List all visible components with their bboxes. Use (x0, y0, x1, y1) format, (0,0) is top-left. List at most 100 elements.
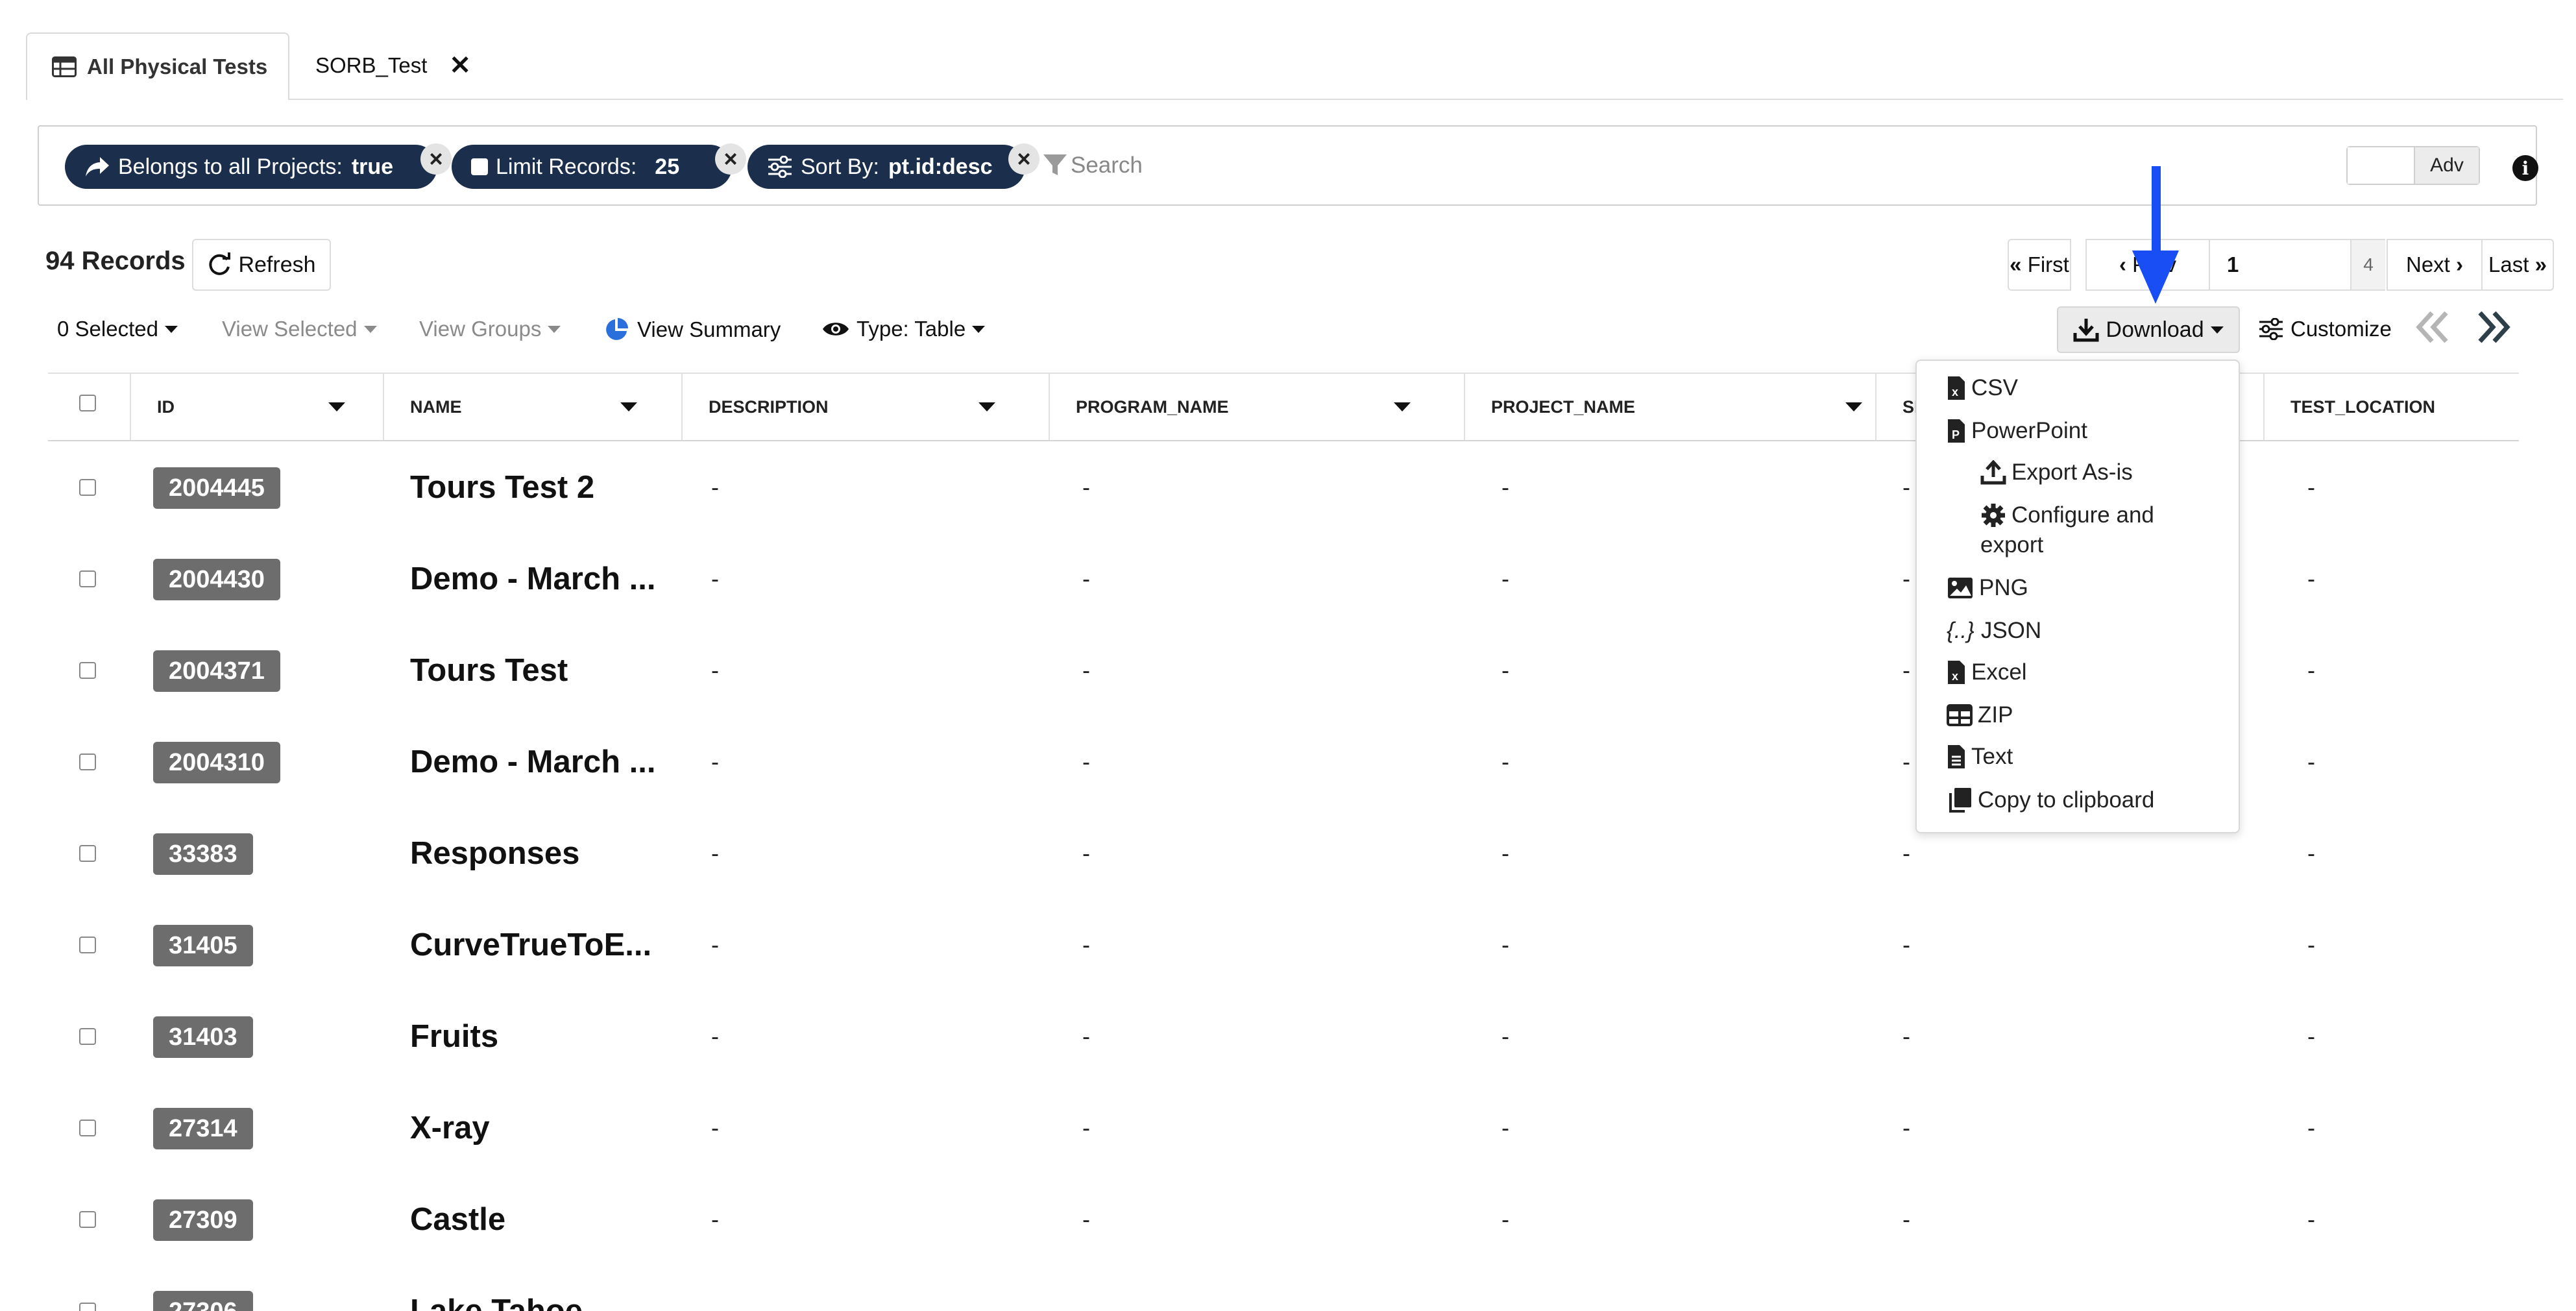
row-name[interactable]: Responses (410, 807, 579, 899)
tab-all-physical-tests[interactable]: All Physical Tests (26, 32, 289, 100)
row-name[interactable]: Tours Test 2 (410, 441, 594, 533)
id-badge[interactable]: 27309 (153, 1199, 253, 1241)
adv-switch[interactable] (2348, 147, 2415, 184)
menu-item-csv[interactable]: x CSV (1947, 375, 2018, 401)
row-checkbox[interactable] (79, 1120, 96, 1136)
caret-down-icon (972, 325, 986, 333)
page-input[interactable]: 1 (2209, 239, 2351, 291)
row-checkbox[interactable] (79, 570, 96, 587)
column-header-test-location[interactable]: TEST_LOCATION (2263, 374, 2519, 440)
tab-sorb-test[interactable]: SORB_Test ✕ (315, 32, 471, 99)
view-selected-dropdown[interactable]: View Selected (222, 317, 377, 341)
id-badge[interactable]: 2004445 (153, 467, 280, 509)
scroll-left-icon[interactable] (2414, 309, 2453, 345)
column-header-program-name[interactable]: PROGRAM_NAME (1049, 374, 1465, 440)
row-name[interactable]: Lake Tahoe (410, 1265, 583, 1311)
chevron-left-icon: ‹ (2119, 252, 2126, 276)
sort-caret-icon[interactable] (978, 402, 995, 411)
id-badge[interactable]: 33383 (153, 833, 253, 875)
caret-down-icon (164, 325, 178, 333)
download-button[interactable]: Download (2057, 306, 2240, 353)
view-groups-label: View Groups (419, 317, 542, 341)
adv-toggle[interactable]: Adv (2346, 146, 2480, 185)
menu-item-configure-export[interactable]: Configure and export (1980, 502, 2154, 558)
filter-pill-limit[interactable]: Limit Records: 25 × (452, 143, 746, 189)
row-checkbox[interactable] (79, 1303, 96, 1311)
sort-caret-icon[interactable] (1845, 402, 1862, 411)
id-badge[interactable]: 31405 (153, 925, 253, 966)
table-icon (52, 56, 77, 77)
selected-dropdown[interactable]: 0 Selected (57, 317, 178, 341)
id-badge[interactable]: 2004371 (153, 650, 280, 692)
row-name[interactable]: CurveTrueToE... (410, 899, 651, 990)
menu-item-powerpoint[interactable]: P PowerPoint (1947, 418, 2087, 444)
view-summary-button[interactable]: View Summary (603, 317, 781, 343)
cell-description: - (711, 656, 719, 683)
table-row[interactable]: 27309 Castle - - - - - (48, 1173, 2519, 1265)
refresh-button[interactable]: Refresh (192, 239, 331, 291)
chevron-right-icon: › (2456, 252, 2464, 276)
table-row[interactable]: 31403 Fruits - - - - - (48, 990, 2519, 1082)
next-page-button[interactable]: Next › (2387, 239, 2483, 291)
select-all-checkbox[interactable] (79, 395, 96, 411)
search-field[interactable]: Search (1042, 141, 1143, 190)
menu-item-zip[interactable]: ZIP (1947, 702, 2013, 728)
customize-button[interactable]: Customize (2258, 317, 2392, 341)
id-badge[interactable]: 31403 (153, 1016, 253, 1058)
menu-label: Configure and (2011, 502, 2154, 528)
cell-project: - (1501, 1205, 1509, 1232)
remove-filter-button[interactable]: × (1008, 143, 1039, 175)
row-checkbox[interactable] (79, 1028, 96, 1045)
sort-caret-icon[interactable] (328, 402, 345, 411)
row-checkbox[interactable] (79, 845, 96, 862)
menu-item-json[interactable]: {..} JSON (1947, 618, 2041, 644)
sort-caret-icon[interactable] (1394, 402, 1411, 411)
remove-filter-button[interactable]: × (420, 143, 452, 175)
search-placeholder: Search (1071, 153, 1143, 178)
close-icon[interactable]: ✕ (449, 51, 471, 80)
last-page-button[interactable]: Last » (2481, 239, 2554, 291)
filter-pill-sort[interactable]: Sort By: pt.id:desc × (747, 143, 1039, 189)
filter-pill-projects[interactable]: Belongs to all Projects: true × (65, 143, 452, 189)
scroll-right-icon[interactable] (2473, 309, 2512, 345)
row-name[interactable]: Castle (410, 1173, 505, 1265)
menu-item-excel[interactable]: x Excel (1947, 659, 2027, 685)
column-header-name[interactable]: NAME (383, 374, 683, 440)
id-badge[interactable]: 27314 (153, 1108, 253, 1149)
row-checkbox[interactable] (79, 1211, 96, 1228)
column-header-id[interactable]: ID (130, 374, 384, 440)
menu-item-export-as-is[interactable]: Export As-is (1980, 459, 2133, 485)
cell-ser: - (1902, 1297, 1910, 1311)
type-dropdown[interactable]: Type: Table (821, 317, 986, 341)
column-header-description[interactable]: DESCRIPTION (681, 374, 1050, 440)
copy-icon (1949, 788, 1971, 813)
row-checkbox[interactable] (79, 662, 96, 679)
menu-item-png[interactable]: PNG (1947, 575, 2028, 601)
menu-item-copy-clipboard[interactable]: Copy to clipboard (1947, 787, 2154, 814)
menu-item-text[interactable]: Text (1947, 744, 2013, 770)
sort-caret-icon[interactable] (620, 402, 637, 411)
info-icon[interactable]: i (2512, 155, 2538, 181)
table-row[interactable]: 31405 CurveTrueToE... - - - - - (48, 899, 2519, 990)
row-checkbox[interactable] (79, 479, 96, 496)
column-header-project-name[interactable]: PROJECT_NAME (1464, 374, 1877, 440)
menu-label: JSON (1980, 618, 2042, 643)
row-name[interactable]: Demo - March ... (410, 533, 655, 624)
table-row[interactable]: 27306 Lake Tahoe - - - - - (48, 1265, 2519, 1311)
id-badge[interactable]: 2004430 (153, 559, 280, 600)
cell-description: - (711, 1205, 719, 1232)
row-name[interactable]: X-ray (410, 1082, 490, 1173)
first-page-button[interactable]: « First (2008, 239, 2071, 291)
id-badge[interactable]: 27306 (153, 1291, 253, 1311)
table-row[interactable]: 27314 X-ray - - - - - (48, 1082, 2519, 1173)
row-name[interactable]: Tours Test (410, 624, 568, 716)
id-badge[interactable]: 2004310 (153, 742, 280, 783)
image-icon (1948, 578, 1973, 598)
view-groups-dropdown[interactable]: View Groups (419, 317, 561, 341)
row-name[interactable]: Demo - March ... (410, 716, 655, 807)
row-checkbox[interactable] (79, 937, 96, 953)
column-label: NAME (410, 397, 462, 417)
remove-filter-button[interactable]: × (715, 143, 746, 175)
row-checkbox[interactable] (79, 754, 96, 770)
row-name[interactable]: Fruits (410, 990, 498, 1082)
